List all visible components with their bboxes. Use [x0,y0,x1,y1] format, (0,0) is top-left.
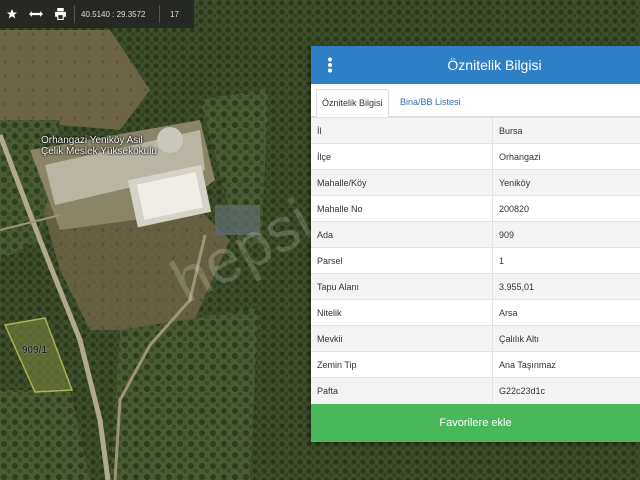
attr-value: 200820 [492,195,640,222]
print-icon [54,8,66,20]
toolbar-divider [159,5,160,23]
attr-value: 3.955,01 [492,273,640,300]
attr-key: Tapu Alanı [311,273,493,300]
attr-value: Yeniköy [492,169,640,196]
attr-value: Arsa [492,299,640,326]
panel-title: Öznitelik Bilgisi [447,57,542,73]
attr-key: Ada [311,221,493,248]
attr-key: Parsel [311,247,493,274]
table-row: İl Bursa [311,117,640,144]
attr-value: G22c23d1c [492,377,640,404]
panel-header: Öznitelik Bilgisi [311,46,640,84]
measure-arrows-icon [29,11,43,17]
attr-key: Mevkii [311,325,493,352]
attr-value: Çalılık Altı [492,325,640,352]
table-row: Zemin Tip Ana Taşınmaz [311,351,640,378]
attr-value: Orhangazi [492,143,640,170]
coordinates-readout: 40.5140 : 29.3572 [81,9,146,19]
place-label: Orhangazi Yeniköy Asil Çelik Meslek Yüks… [41,135,157,157]
table-row: İlçe Orhangazi [311,143,640,170]
panel-menu-button[interactable] [311,46,349,84]
map-toolbar: 40.5140 : 29.3572 17 [0,0,194,28]
parcel-label[interactable]: 909/1 [22,345,47,356]
table-row: Tapu Alanı 3.955,01 [311,273,640,300]
table-row: Mahalle/Köy Yeniköy [311,169,640,196]
place-label-line2: Çelik Meslek Yüksekokulu [41,146,157,157]
favorites-button[interactable] [0,0,24,28]
add-to-favorites-button[interactable]: Favorilere ekle [311,404,640,442]
measure-button[interactable] [24,0,48,28]
attr-key: Mahalle No [311,195,493,222]
attr-value: 909 [492,221,640,248]
table-row: Parsel 1 [311,247,640,274]
attribute-table: İl Bursa İlçe Orhangazi Mahalle/Köy Yeniköy… [311,117,640,404]
panel-tabs: Öznitelik Bilgisi Bina/BB Listesi [311,84,640,117]
place-label-line1: Orhangazi Yeniköy Asil [41,135,143,146]
attr-key: İl [311,117,493,144]
star-icon [7,9,17,19]
table-row: Mahalle No 200820 [311,195,640,222]
toolbar-divider [74,5,75,23]
attr-key: Nitelik [311,299,493,326]
tab-building-list[interactable]: Bina/BB Listesi [395,89,466,116]
zoom-level: 17 [170,9,179,19]
attr-key: Pafta [311,377,493,404]
table-row: Nitelik Arsa [311,299,640,326]
attr-value: 1 [492,247,640,274]
attr-key: Mahalle/Köy [311,169,493,196]
table-row: Mevkii Çalılık Altı [311,325,640,352]
attr-key: İlçe [311,143,493,170]
attr-value: Bursa [492,117,640,144]
print-button[interactable] [48,0,72,28]
table-row: Ada 909 [311,221,640,248]
attr-value: Ana Taşınmaz [492,351,640,378]
attribute-info-panel: Öznitelik Bilgisi Öznitelik Bilgisi Bina… [311,46,640,442]
table-row: Pafta G22c23d1c [311,377,640,404]
vertical-dots-icon [328,57,332,73]
tab-attribute-info[interactable]: Öznitelik Bilgisi [316,89,389,117]
attr-key: Zemin Tip [311,351,493,378]
